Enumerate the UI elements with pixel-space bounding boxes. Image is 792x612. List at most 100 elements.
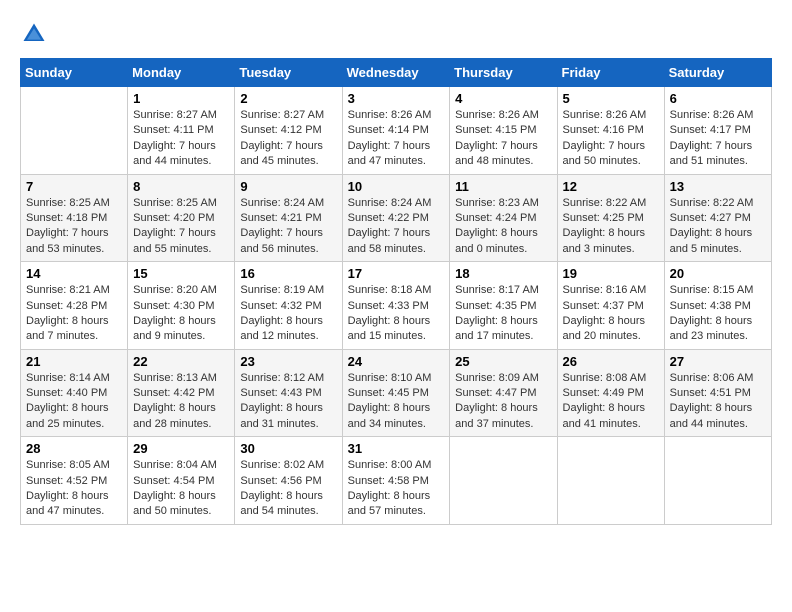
day-info: Sunrise: 8:19 AMSunset: 4:32 PMDaylight:… [240, 283, 336, 345]
day-header-thursday: Thursday [450, 59, 557, 87]
week-row-4: 28 Sunrise: 8:05 AMSunset: 4:52 PMDayligh… [21, 437, 772, 525]
logo [20, 20, 52, 48]
day-info: Sunrise: 8:14 AMSunset: 4:40 PMDaylight:… [26, 371, 122, 433]
day-cell: 10 Sunrise: 8:24 AMSunset: 4:22 PMDayligh… [342, 174, 450, 262]
day-number: 4 [455, 91, 551, 106]
day-number: 3 [348, 91, 445, 106]
calendar-table: SundayMondayTuesdayWednesdayThursdayFrid… [20, 58, 772, 525]
day-info: Sunrise: 8:18 AMSunset: 4:33 PMDaylight:… [348, 283, 445, 345]
day-cell: 30 Sunrise: 8:02 AMSunset: 4:56 PMDayligh… [235, 437, 342, 525]
day-info: Sunrise: 8:25 AMSunset: 4:18 PMDaylight:… [26, 196, 122, 258]
day-cell: 14 Sunrise: 8:21 AMSunset: 4:28 PMDayligh… [21, 262, 128, 350]
day-number: 18 [455, 266, 551, 281]
logo-icon [20, 20, 48, 48]
day-header-sunday: Sunday [21, 59, 128, 87]
day-cell: 7 Sunrise: 8:25 AMSunset: 4:18 PMDaylight… [21, 174, 128, 262]
day-cell: 1 Sunrise: 8:27 AMSunset: 4:11 PMDaylight… [128, 87, 235, 175]
day-number: 12 [563, 179, 659, 194]
day-cell: 27 Sunrise: 8:06 AMSunset: 4:51 PMDayligh… [664, 349, 771, 437]
day-cell [21, 87, 128, 175]
day-cell: 4 Sunrise: 8:26 AMSunset: 4:15 PMDaylight… [450, 87, 557, 175]
day-number: 10 [348, 179, 445, 194]
day-number: 30 [240, 441, 336, 456]
day-cell: 26 Sunrise: 8:08 AMSunset: 4:49 PMDayligh… [557, 349, 664, 437]
day-info: Sunrise: 8:04 AMSunset: 4:54 PMDaylight:… [133, 458, 229, 520]
day-header-tuesday: Tuesday [235, 59, 342, 87]
day-info: Sunrise: 8:27 AMSunset: 4:12 PMDaylight:… [240, 108, 336, 170]
day-number: 20 [670, 266, 766, 281]
day-info: Sunrise: 8:27 AMSunset: 4:11 PMDaylight:… [133, 108, 229, 170]
day-info: Sunrise: 8:21 AMSunset: 4:28 PMDaylight:… [26, 283, 122, 345]
day-info: Sunrise: 8:16 AMSunset: 4:37 PMDaylight:… [563, 283, 659, 345]
day-cell: 6 Sunrise: 8:26 AMSunset: 4:17 PMDaylight… [664, 87, 771, 175]
day-number: 19 [563, 266, 659, 281]
day-number: 27 [670, 354, 766, 369]
day-number: 22 [133, 354, 229, 369]
day-number: 2 [240, 91, 336, 106]
day-cell [450, 437, 557, 525]
day-cell: 28 Sunrise: 8:05 AMSunset: 4:52 PMDayligh… [21, 437, 128, 525]
day-info: Sunrise: 8:24 AMSunset: 4:22 PMDaylight:… [348, 196, 445, 258]
day-cell: 17 Sunrise: 8:18 AMSunset: 4:33 PMDayligh… [342, 262, 450, 350]
day-cell: 25Sunrise: 8:09 AMSunset: 4:47 PMDayligh… [450, 349, 557, 437]
day-cell: 15 Sunrise: 8:20 AMSunset: 4:30 PMDayligh… [128, 262, 235, 350]
day-info: Sunrise: 8:25 AMSunset: 4:20 PMDaylight:… [133, 196, 229, 258]
day-info: Sunrise: 8:10 AMSunset: 4:45 PMDaylight:… [348, 371, 445, 433]
day-info: Sunrise: 8:24 AMSunset: 4:21 PMDaylight:… [240, 196, 336, 258]
day-number: 17 [348, 266, 445, 281]
day-cell: 23Sunrise: 8:12 AMSunset: 4:43 PMDayligh… [235, 349, 342, 437]
day-info: Sunrise: 8:22 AMSunset: 4:25 PMDaylight:… [563, 196, 659, 258]
day-info: Sunrise: 8:26 AMSunset: 4:16 PMDaylight:… [563, 108, 659, 170]
day-info: Sunrise: 8:17 AMSunset: 4:35 PMDaylight:… [455, 283, 551, 345]
day-number: 1 [133, 91, 229, 106]
week-row-3: 21 Sunrise: 8:14 AMSunset: 4:40 PMDayligh… [21, 349, 772, 437]
day-info: Sunrise: 8:22 AMSunset: 4:27 PMDaylight:… [670, 196, 766, 258]
day-cell: 22 Sunrise: 8:13 AMSunset: 4:42 PMDayligh… [128, 349, 235, 437]
day-number: 8 [133, 179, 229, 194]
day-info: Sunrise: 8:06 AMSunset: 4:51 PMDaylight:… [670, 371, 766, 433]
day-number: 24 [348, 354, 445, 369]
day-number: 15 [133, 266, 229, 281]
week-row-2: 14 Sunrise: 8:21 AMSunset: 4:28 PMDayligh… [21, 262, 772, 350]
day-number: 5 [563, 91, 659, 106]
week-row-0: 1 Sunrise: 8:27 AMSunset: 4:11 PMDaylight… [21, 87, 772, 175]
day-header-wednesday: Wednesday [342, 59, 450, 87]
day-info: Sunrise: 8:23 AMSunset: 4:24 PMDaylight:… [455, 196, 551, 258]
day-number: 16 [240, 266, 336, 281]
day-cell: 21 Sunrise: 8:14 AMSunset: 4:40 PMDayligh… [21, 349, 128, 437]
day-number: 26 [563, 354, 659, 369]
day-number: 31 [348, 441, 445, 456]
day-cell: 11 Sunrise: 8:23 AMSunset: 4:24 PMDayligh… [450, 174, 557, 262]
day-cell [664, 437, 771, 525]
day-cell: 16 Sunrise: 8:19 AMSunset: 4:32 PMDayligh… [235, 262, 342, 350]
day-number: 23 [240, 354, 336, 369]
day-cell: 3 Sunrise: 8:26 AMSunset: 4:14 PMDaylight… [342, 87, 450, 175]
day-header-monday: Monday [128, 59, 235, 87]
day-number: 25 [455, 354, 551, 369]
day-cell: 29Sunrise: 8:04 AMSunset: 4:54 PMDayligh… [128, 437, 235, 525]
day-header-friday: Friday [557, 59, 664, 87]
day-cell [557, 437, 664, 525]
day-cell: 8 Sunrise: 8:25 AMSunset: 4:20 PMDaylight… [128, 174, 235, 262]
day-number: 13 [670, 179, 766, 194]
day-info: Sunrise: 8:26 AMSunset: 4:17 PMDaylight:… [670, 108, 766, 170]
day-cell: 13 Sunrise: 8:22 AMSunset: 4:27 PMDayligh… [664, 174, 771, 262]
week-row-1: 7 Sunrise: 8:25 AMSunset: 4:18 PMDaylight… [21, 174, 772, 262]
day-info: Sunrise: 8:20 AMSunset: 4:30 PMDaylight:… [133, 283, 229, 345]
day-info: Sunrise: 8:26 AMSunset: 4:15 PMDaylight:… [455, 108, 551, 170]
day-info: Sunrise: 8:02 AMSunset: 4:56 PMDaylight:… [240, 458, 336, 520]
day-number: 11 [455, 179, 551, 194]
day-number: 21 [26, 354, 122, 369]
day-cell: 18 Sunrise: 8:17 AMSunset: 4:35 PMDayligh… [450, 262, 557, 350]
day-cell: 20Sunrise: 8:15 AMSunset: 4:38 PMDayligh… [664, 262, 771, 350]
day-number: 28 [26, 441, 122, 456]
day-number: 6 [670, 91, 766, 106]
day-info: Sunrise: 8:26 AMSunset: 4:14 PMDaylight:… [348, 108, 445, 170]
day-info: Sunrise: 8:13 AMSunset: 4:42 PMDaylight:… [133, 371, 229, 433]
header-row: SundayMondayTuesdayWednesdayThursdayFrid… [21, 59, 772, 87]
day-number: 14 [26, 266, 122, 281]
day-number: 7 [26, 179, 122, 194]
day-info: Sunrise: 8:05 AMSunset: 4:52 PMDaylight:… [26, 458, 122, 520]
day-info: Sunrise: 8:08 AMSunset: 4:49 PMDaylight:… [563, 371, 659, 433]
day-info: Sunrise: 8:00 AMSunset: 4:58 PMDaylight:… [348, 458, 445, 520]
